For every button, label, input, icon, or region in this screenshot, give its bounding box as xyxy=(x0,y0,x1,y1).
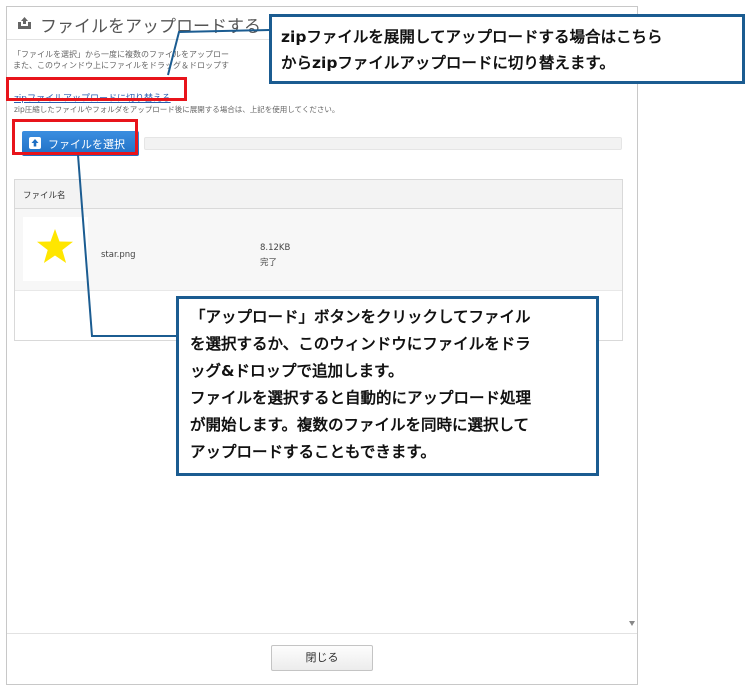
upload-connector-line xyxy=(77,154,176,337)
callout-line: ッグ&ドロップで追加します。 xyxy=(190,362,404,380)
callout-line: アップロードすることもできます。 xyxy=(190,443,436,461)
callout-line: ファイルを選択すると自動的にアップロード処理 xyxy=(190,389,532,407)
callout-line: が開始します。複数のファイルを同時に選択して xyxy=(190,416,529,434)
upload-callout: 「アップロード」ボタンをクリックしてファイル を選択するか、このウィンドウにファ… xyxy=(176,296,599,476)
zip-callout: zipファイルを展開してアップロードする場合はこちら からzipファイルアップロ… xyxy=(269,14,745,84)
zip-connector-line xyxy=(167,29,270,76)
callout-line: からzipファイルアップロードに切り替えます。 xyxy=(281,54,615,72)
callout-line: 「アップロード」ボタンをクリックしてファイル xyxy=(190,308,531,326)
callout-line: を選択するか、このウィンドウにファイルをドラ xyxy=(190,335,531,353)
callout-line: zipファイルを展開してアップロードする場合はこちら xyxy=(281,28,663,46)
